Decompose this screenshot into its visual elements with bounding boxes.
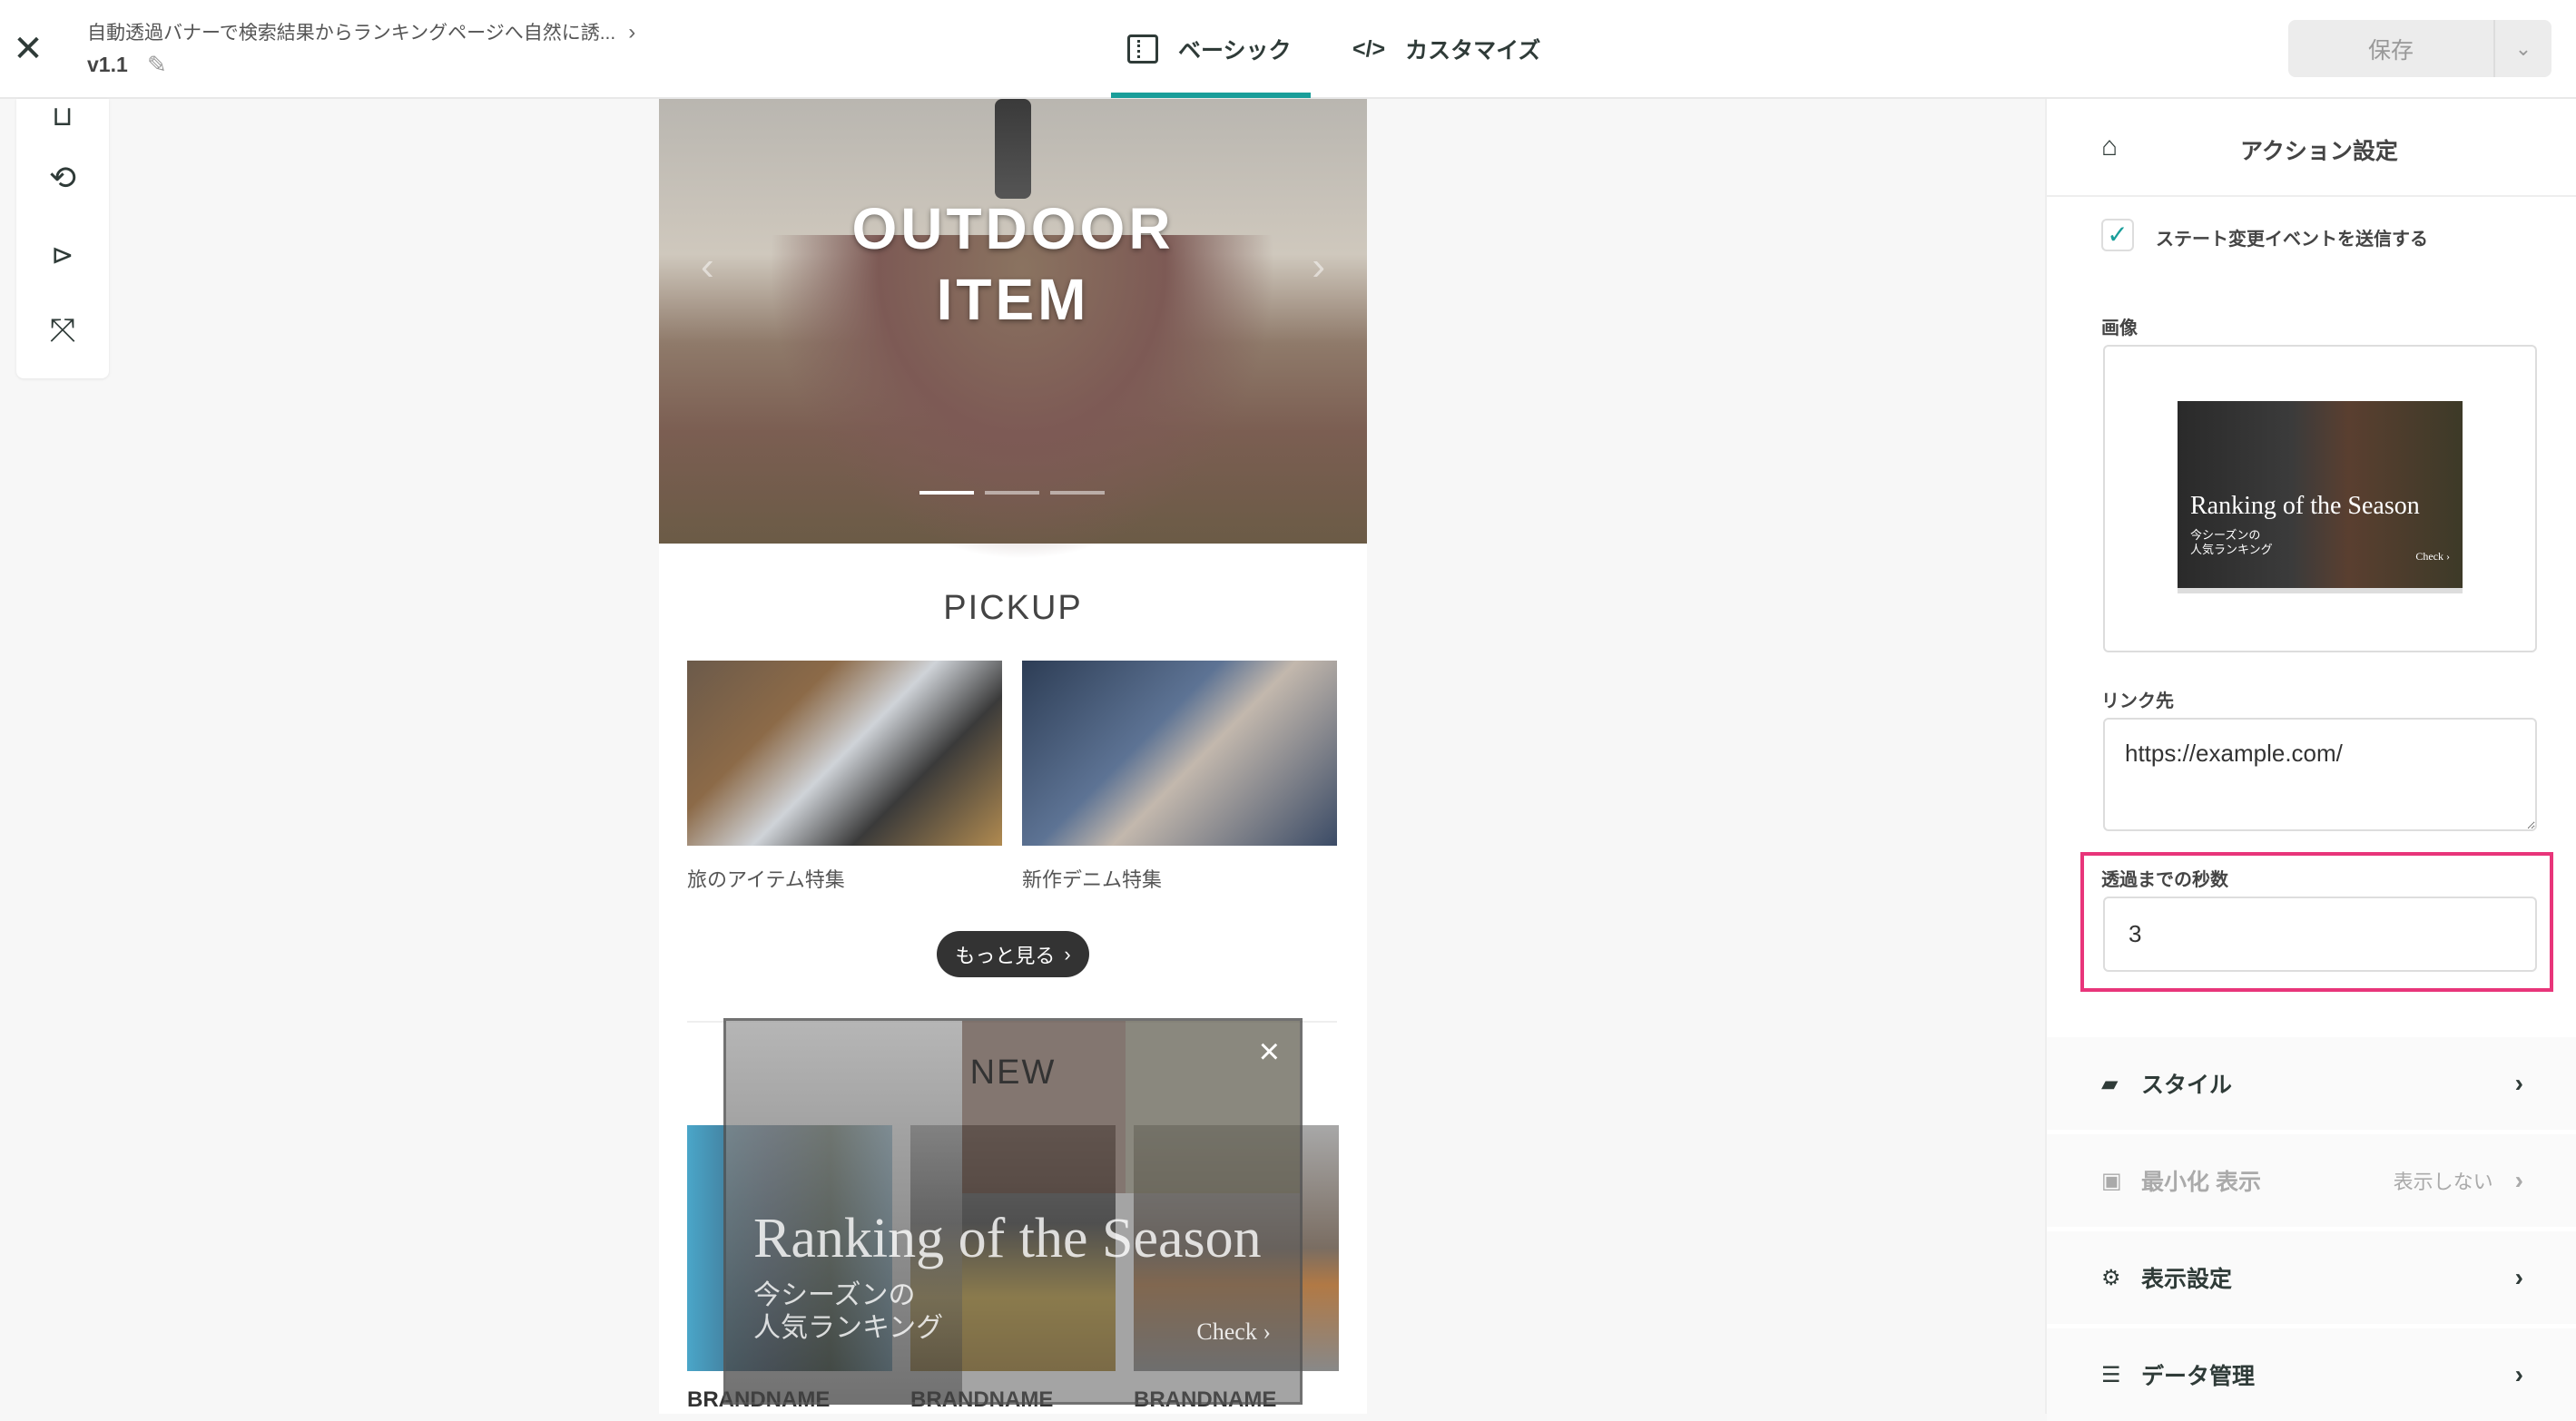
tab-label: ベーシック: [1178, 38, 1292, 64]
seconds-label: 透過までの秒数: [2101, 870, 2228, 890]
banner-subtitle: 今シーズンの 人気ランキング: [753, 1279, 943, 1345]
carousel-dot-active[interactable]: [919, 491, 974, 495]
preview-toolbar: ⊔ ⟲ ⊳ ⤧: [16, 99, 109, 378]
chevron-right-icon: ›: [628, 20, 636, 44]
section-data-management[interactable]: ☰ データ管理 ›: [2047, 1328, 2576, 1421]
section-display-settings[interactable]: ⚙ 表示設定 ›: [2047, 1231, 2576, 1324]
active-tab-indicator: [1111, 93, 1311, 98]
thumb-title: Ranking of the Season: [2190, 492, 2420, 520]
hero-carousel[interactable]: OUTDOOR ITEM ‹ ›: [659, 99, 1367, 562]
tab-customize[interactable]: </> カスタマイズ: [1352, 24, 1540, 74]
save-button[interactable]: 保存: [2288, 20, 2495, 77]
tab-label: カスタマイズ: [1405, 38, 1541, 64]
seconds-input[interactable]: [2103, 897, 2537, 972]
save-button-group: 保存 ⌄: [2288, 20, 2551, 77]
panel-icon: [1127, 34, 1158, 64]
section-style[interactable]: ▰ スタイル ›: [2047, 1037, 2576, 1130]
tab-basic[interactable]: ベーシック: [1127, 24, 1292, 74]
banner-check-link[interactable]: Check ›: [1196, 1318, 1271, 1346]
close-icon[interactable]: ✕: [13, 29, 44, 69]
hero-title-line2: ITEM: [936, 267, 1090, 332]
device-icon[interactable]: ⊔: [40, 93, 85, 139]
chevron-right-icon: ›: [2514, 1069, 2523, 1097]
chevron-down-icon[interactable]: ⌄: [2495, 20, 2551, 77]
image-label: 画像: [2101, 318, 2138, 338]
image-picker[interactable]: Ranking of the Season 今シーズンの 人気ランキング Chec…: [2103, 345, 2537, 652]
carousel-dot[interactable]: [985, 491, 1039, 495]
thumb-subtitle-line2: 人気ランキング: [2190, 543, 2273, 556]
expand-icon[interactable]: ⤧: [40, 308, 85, 353]
campaign-title: 自動透過バナーで検索結果からランキングページへ自然に誘...: [87, 23, 616, 44]
link-url-input[interactable]: https://example.com/: [2103, 718, 2537, 831]
folder-icon: ▰: [2101, 1071, 2119, 1096]
gear-icon: ⚙: [2101, 1265, 2121, 1290]
pickup-image-denim[interactable]: [1022, 661, 1337, 846]
pickup-caption[interactable]: 旅のアイテム特集: [687, 864, 845, 893]
state-event-checkbox[interactable]: ✓: [2101, 219, 2134, 251]
chevron-right-icon: ›: [2514, 1263, 2523, 1291]
chevron-right-icon[interactable]: ›: [1312, 244, 1325, 289]
panel-title: アクション設定: [2240, 139, 2398, 164]
section-label: データ管理: [2141, 1364, 2256, 1389]
pickup-caption[interactable]: 新作デニム特集: [1022, 864, 1162, 893]
section-value: 表示しない: [2393, 1171, 2493, 1193]
more-button[interactable]: もっと見る ›: [937, 931, 1089, 977]
play-icon[interactable]: ⊳: [40, 232, 85, 278]
thumb-subtitle: 今シーズンの 人気ランキング: [2190, 528, 2273, 557]
chevron-right-icon: ›: [2514, 1166, 2523, 1194]
section-label: 最小化 表示: [2141, 1170, 2261, 1195]
banner-title: Ranking of the Season: [753, 1208, 1262, 1269]
new-heading: NEW: [969, 1054, 1057, 1092]
banner-subtitle-line1: 今シーズンの: [753, 1280, 916, 1310]
carousel-dot[interactable]: [1050, 491, 1105, 495]
database-icon: ☰: [2101, 1362, 2121, 1387]
check-icon: ✓: [2107, 220, 2129, 249]
thumb-check: Check ›: [2415, 550, 2450, 563]
breadcrumb[interactable]: 自動透過バナーで検索結果からランキングページへ自然に誘... ›: [87, 18, 635, 45]
top-header: ✕ 自動透過バナーで検索結果からランキングページへ自然に誘... › v1.1 ✎…: [0, 0, 2576, 99]
pickup-image-travel[interactable]: [687, 661, 1002, 846]
version-label: v1.1: [87, 53, 128, 76]
pickup-heading: PICKUP: [943, 589, 1083, 627]
chevron-left-icon[interactable]: ‹: [701, 244, 714, 289]
section-label: スタイル: [2141, 1073, 2233, 1098]
section-label: 表示設定: [2141, 1267, 2233, 1292]
rotate-icon[interactable]: ⟲: [40, 155, 85, 201]
section-minimize[interactable]: ▣ 最小化 表示 表示しない ›: [2047, 1134, 2576, 1227]
chevron-right-icon: ›: [2514, 1360, 2523, 1388]
chevron-right-icon: ›: [1064, 942, 1071, 965]
minimize-icon: ▣: [2101, 1168, 2122, 1193]
banner-subtitle-line2: 人気ランキング: [753, 1313, 944, 1343]
banner-photo: [962, 1021, 1126, 1193]
hero-title-line1: OUTDOOR: [851, 196, 1175, 261]
image-thumbnail: Ranking of the Season 今シーズンの 人気ランキング Chec…: [2178, 401, 2463, 593]
panel-header: ⌂ アクション設定: [2047, 99, 2576, 197]
pencil-icon[interactable]: ✎: [147, 51, 167, 79]
settings-panel: ⌂ アクション設定 ✓ ステート変更イベントを送信する 画像 Ranking o…: [2045, 99, 2576, 1421]
hero-person: [995, 99, 1031, 199]
code-icon: </>: [1352, 35, 1386, 62]
more-label: もっと見る: [955, 944, 1056, 967]
link-label: リンク先: [2101, 691, 2174, 711]
thumb-subtitle-line1: 今シーズンの: [2190, 528, 2261, 542]
checkbox-label[interactable]: ステート変更イベントを送信する: [2156, 224, 2428, 250]
